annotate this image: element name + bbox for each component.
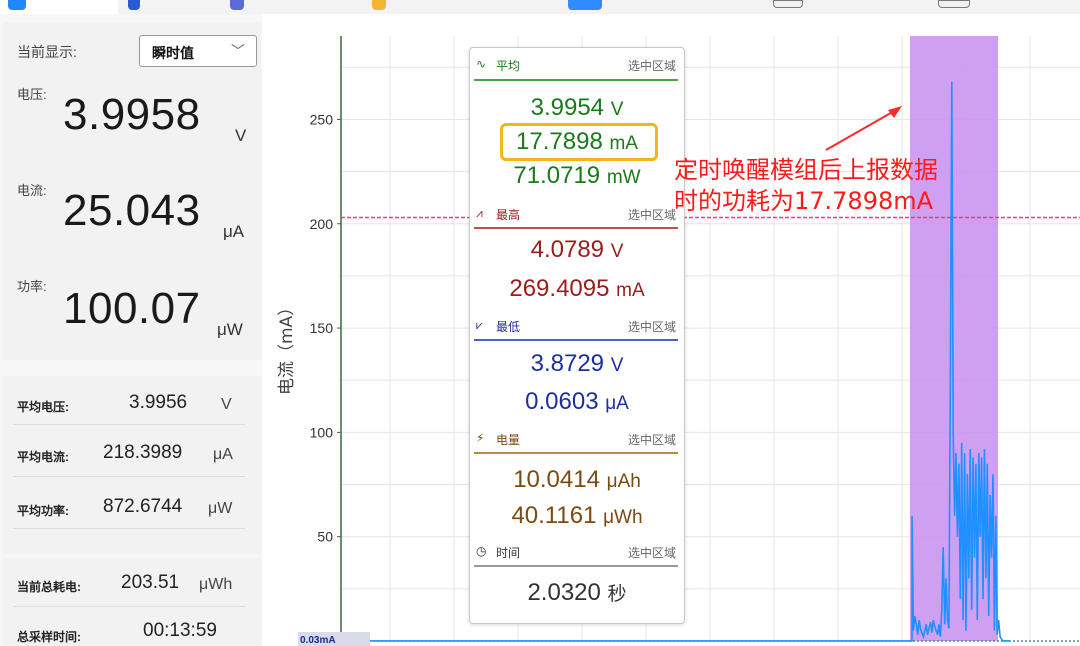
energy-charge: 10.0414 μAh bbox=[470, 466, 684, 494]
energy-energy: 40.1161 μWh bbox=[470, 502, 684, 530]
energy-charge-unit: μAh bbox=[606, 471, 641, 492]
highlight-box bbox=[500, 123, 658, 161]
max-voltage: 4.0789 V bbox=[470, 236, 684, 264]
energy-header: ⚡ 电量 选中区域 bbox=[476, 430, 676, 448]
time-num: 2.0320 bbox=[527, 579, 601, 606]
min-header: ⩗ 最低 选中区域 bbox=[476, 317, 676, 335]
max-scope: 选中区域 bbox=[627, 208, 676, 222]
avg-voltage-num: 3.9954 bbox=[530, 94, 605, 121]
max-icon: ⩘ bbox=[476, 206, 483, 220]
avg-power-num: 71.0719 bbox=[513, 162, 601, 189]
time-underline bbox=[474, 565, 678, 567]
avg-power-unit: mW bbox=[606, 167, 641, 188]
max-current: 269.4095 mA bbox=[470, 275, 684, 303]
max-current-num: 269.4095 bbox=[509, 275, 610, 302]
y-axis-label: 电流（mA） bbox=[277, 299, 297, 395]
y-tick-label: 50 bbox=[317, 529, 333, 545]
y-tick-label: 150 bbox=[310, 320, 334, 336]
max-current-unit: mA bbox=[616, 280, 645, 301]
avg-voltage: 3.9954 V bbox=[470, 94, 684, 122]
annotation-line2: 时的功耗为17.7898mA bbox=[674, 187, 934, 215]
annotation-line1: 定时唤醒模组后上报数据 bbox=[674, 156, 938, 184]
energy-icon: ⚡ bbox=[476, 431, 485, 445]
avg-power: 71.0719 mW bbox=[470, 162, 684, 190]
max-title: 最高 bbox=[496, 208, 521, 222]
time-title: 时间 bbox=[496, 546, 521, 560]
y-tick-label: 250 bbox=[310, 111, 334, 127]
min-current: 0.0603 μA bbox=[470, 388, 684, 416]
energy-energy-num: 40.1161 bbox=[511, 502, 597, 529]
energy-charge-num: 10.0414 bbox=[513, 466, 600, 493]
y-tick-label: 100 bbox=[310, 424, 334, 440]
energy-scope: 选中区域 bbox=[627, 433, 676, 447]
avg-header: ∿ 平均 选中区域 bbox=[476, 56, 676, 74]
avg-scope: 选中区域 bbox=[627, 59, 676, 73]
energy-underline bbox=[474, 452, 678, 454]
min-current-unit: μA bbox=[605, 393, 629, 414]
avg-voltage-unit: V bbox=[610, 99, 624, 120]
max-voltage-num: 4.0789 bbox=[530, 236, 605, 263]
min-title: 最低 bbox=[496, 320, 521, 334]
time-scope: 选中区域 bbox=[627, 546, 676, 560]
min-scope: 选中区域 bbox=[627, 320, 676, 334]
min-voltage: 3.8729 V bbox=[470, 350, 684, 378]
time-value: 2.0320 秒 bbox=[470, 579, 684, 607]
energy-title: 电量 bbox=[496, 433, 521, 447]
average-icon: ∿ bbox=[476, 57, 487, 71]
max-voltage-unit: V bbox=[610, 241, 624, 262]
time-unit: 秒 bbox=[607, 584, 627, 605]
min-underline bbox=[474, 339, 678, 341]
bottom-label: 0.03mA bbox=[300, 635, 336, 646]
y-tick-label: 200 bbox=[310, 216, 334, 232]
min-voltage-num: 3.8729 bbox=[530, 350, 605, 377]
avg-title: 平均 bbox=[496, 59, 521, 73]
clock-icon: ◷ bbox=[476, 544, 487, 558]
time-header: ◷ 时间 选中区域 bbox=[476, 543, 676, 561]
max-header: ⩘ 最高 选中区域 bbox=[476, 205, 676, 223]
min-current-num: 0.0603 bbox=[525, 388, 599, 415]
min-voltage-unit: V bbox=[610, 355, 624, 376]
avg-underline bbox=[474, 79, 678, 81]
energy-energy-unit: μWh bbox=[603, 507, 643, 528]
min-icon: ⩗ bbox=[476, 318, 483, 332]
max-underline bbox=[474, 227, 678, 229]
